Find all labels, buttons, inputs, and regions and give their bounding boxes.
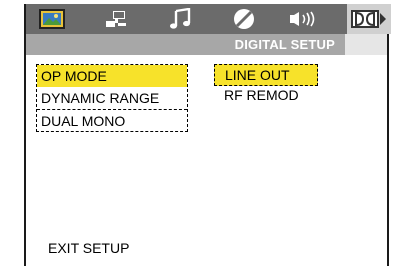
tab-digital-setup[interactable] [347,4,391,34]
option-line-out[interactable]: LINE OUT [214,64,318,86]
tab-speaker-setup[interactable] [96,4,136,34]
preference-circle-icon [232,7,256,31]
tab-audio[interactable] [280,4,326,34]
option-rf-remod[interactable]: RF REMOD [214,86,318,104]
option-list: LINE OUT RF REMOD [214,64,318,104]
setup-screen: DIGITAL SETUP OP MODE DYNAMIC RANGE DUAL… [24,4,391,266]
exit-setup-button[interactable]: EXIT SETUP [48,240,129,256]
section-bar: DIGITAL SETUP [26,34,387,55]
menu-content: OP MODE DYNAMIC RANGE DUAL MONO LINE OUT… [26,55,387,266]
tab-preference[interactable] [224,4,264,34]
section-title: DIGITAL SETUP [234,37,335,52]
music-note-icon [168,8,192,30]
tab-bar [26,4,391,34]
dolby-digital-icon [351,10,387,28]
menu-item-op-mode[interactable]: OP MODE [37,65,187,87]
tab-audio-setup[interactable] [160,4,200,34]
speaker-setup-icon [103,9,129,29]
tab-general[interactable] [32,4,72,34]
audio-icon [288,11,318,27]
picture-icon [39,9,65,29]
section-bar-end [345,34,387,55]
menu-item-dual-mono[interactable]: DUAL MONO [37,109,187,131]
menu-item-dynamic-range[interactable]: DYNAMIC RANGE [37,87,187,109]
setting-list: OP MODE DYNAMIC RANGE DUAL MONO [36,64,188,132]
